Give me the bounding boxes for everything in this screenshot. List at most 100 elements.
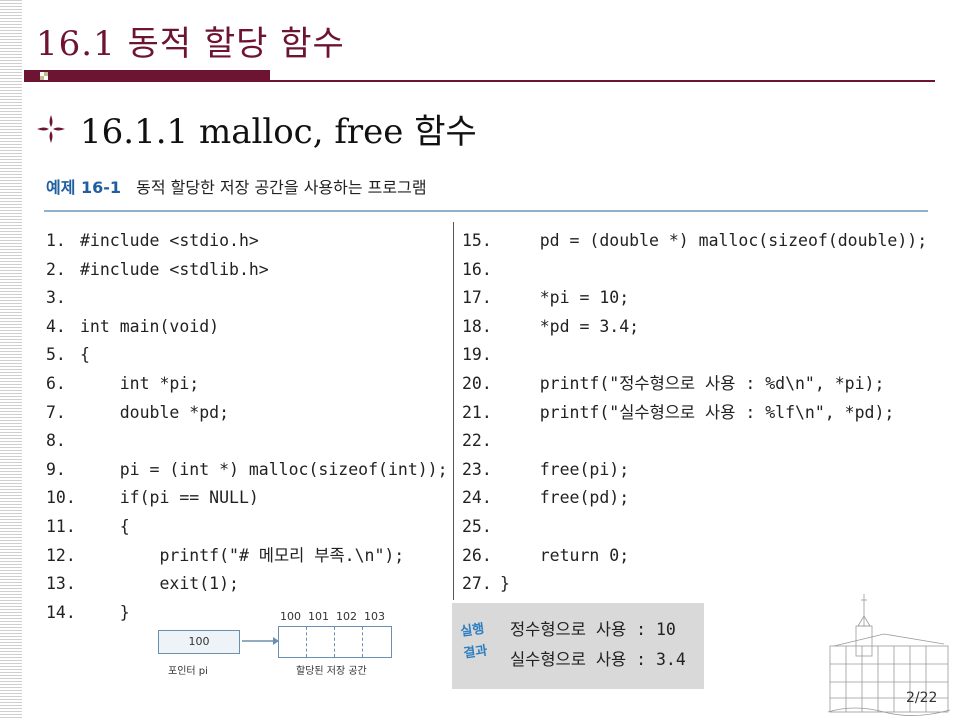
line-number: 15. <box>462 231 492 250</box>
code-text: printf("정수형으로 사용 : %d\n", *pi); <box>500 373 885 393</box>
code-line: 2. #include <stdlib.h> <box>46 256 448 285</box>
line-number: 25. <box>462 516 492 536</box>
code-column-divider <box>453 222 454 600</box>
line-number: 17. <box>462 288 492 308</box>
code-line: 16. <box>462 256 927 285</box>
code-block-right: 15. pd = (double *) malloc(sizeof(double… <box>462 227 927 599</box>
code-text: int main(void) <box>80 316 220 336</box>
code-text: { <box>80 516 130 536</box>
line-number: 12. <box>46 545 76 565</box>
line-number: 5. <box>46 345 66 365</box>
line-number: 1. <box>46 231 66 250</box>
code-text: free(pi); <box>500 459 630 479</box>
code-text: #include <stdio.h> <box>80 231 259 250</box>
code-text: printf("실수형으로 사용 : %lf\n", *pd); <box>500 402 895 422</box>
code-line: 6. int *pi; <box>46 370 448 399</box>
code-line: 20. printf("정수형으로 사용 : %d\n", *pi); <box>462 370 927 399</box>
section-heading: 16.1.1 malloc, free 함수 <box>36 104 477 153</box>
line-number: 2. <box>46 259 66 279</box>
line-number: 6. <box>46 373 66 393</box>
code-line: 22. <box>462 427 927 456</box>
memory-label: 할당된 저장 공간 <box>296 666 367 677</box>
code-line: 21. printf("실수형으로 사용 : %lf\n", *pd); <box>462 399 927 428</box>
code-text: } <box>500 574 510 594</box>
memory-cell <box>307 627 335 657</box>
code-line: 10. if(pi == NULL) <box>46 484 448 513</box>
page-number: 2/22 <box>906 690 938 706</box>
memory-cell <box>335 627 363 657</box>
code-line: 3. <box>46 284 448 313</box>
code-line: 8. <box>46 427 448 456</box>
code-line: 13. exit(1); <box>46 570 448 599</box>
line-number: 20. <box>462 373 492 393</box>
pointer-label: 포인터 pi <box>168 666 208 677</box>
line-number: 22. <box>462 431 492 451</box>
example-title: 동적 할당한 저장 공간을 사용하는 프로그램 <box>136 178 427 197</box>
code-line: 5. { <box>46 341 448 370</box>
line-number: 23. <box>462 459 492 479</box>
address-label: 102 <box>336 610 357 623</box>
code-line: 4. int main(void) <box>46 313 448 342</box>
line-number: 19. <box>462 345 492 365</box>
code-line: 9. pi = (int *) malloc(sizeof(int)); <box>46 456 448 485</box>
code-text: exit(1); <box>80 574 239 594</box>
line-number: 14. <box>46 602 76 622</box>
example-tag: 예제 16-1 <box>46 178 122 197</box>
line-number: 26. <box>462 545 492 565</box>
code-text: int *pi; <box>80 373 200 393</box>
code-line: 17. *pi = 10; <box>462 284 927 313</box>
code-line: 11. { <box>46 513 448 542</box>
line-number: 27. <box>462 574 492 594</box>
line-number: 3. <box>46 288 66 308</box>
address-label: 103 <box>364 610 385 623</box>
line-number: 16. <box>462 259 492 279</box>
code-line: 19. <box>462 341 927 370</box>
allocated-memory-block <box>278 626 392 658</box>
execution-result-box: 실행 결과 정수형으로 사용 : 10 실수형으로 사용 : 3.4 <box>452 603 704 689</box>
code-line: 26. return 0; <box>462 542 927 571</box>
code-text: free(pd); <box>500 488 630 508</box>
code-text: #include <stdlib.h> <box>80 259 269 279</box>
pointer-box: 100 <box>158 630 240 654</box>
result-badge: 실행 결과 <box>459 616 505 665</box>
result-output: 정수형으로 사용 : 10 실수형으로 사용 : 3.4 <box>510 615 686 675</box>
title-accent-bar <box>24 70 270 82</box>
line-number: 10. <box>46 488 76 508</box>
code-text: double *pd; <box>80 402 230 422</box>
line-number: 13. <box>46 574 76 594</box>
result-badge-line: 결과 <box>462 643 489 662</box>
code-line: 25. <box>462 513 927 542</box>
code-text: printf("# 메모리 부족.\n"); <box>80 545 405 565</box>
code-text: { <box>80 345 90 365</box>
code-line: 23. free(pi); <box>462 456 927 485</box>
code-text: pi = (int *) malloc(sizeof(int)); <box>80 459 448 479</box>
line-number: 9. <box>46 459 66 479</box>
code-line: 12. printf("# 메모리 부족.\n"); <box>46 542 448 571</box>
example-caption: 예제 16-1 동적 할당한 저장 공간을 사용하는 프로그램 <box>46 174 427 198</box>
line-number: 8. <box>46 431 66 451</box>
code-text: return 0; <box>500 545 630 565</box>
line-number: 11. <box>46 516 76 536</box>
title-underline <box>270 80 935 82</box>
memory-cell <box>279 627 307 657</box>
slide-title: 16.1 동적 할당 함수 <box>36 24 345 64</box>
code-text: if(pi == NULL) <box>80 488 259 508</box>
code-text: pd = (double *) malloc(sizeof(double)); <box>500 231 928 250</box>
section-heading-text: 16.1.1 malloc, free 함수 <box>80 112 477 152</box>
output-line: 실수형으로 사용 : 3.4 <box>510 650 686 669</box>
code-line: 24. free(pd); <box>462 484 927 513</box>
example-rule <box>44 210 928 212</box>
code-block-left: 1. #include <stdio.h> 2. #include <stdlib.h… <box>46 227 448 627</box>
line-number: 21. <box>462 402 492 422</box>
code-line: 18. *pd = 3.4; <box>462 313 927 342</box>
address-label: 101 <box>308 610 329 623</box>
arrow-right-icon <box>242 637 279 645</box>
code-line: 15. pd = (double *) malloc(sizeof(double… <box>462 227 927 256</box>
line-number: 24. <box>462 488 492 508</box>
output-line: 정수형으로 사용 : 10 <box>510 620 676 639</box>
code-line: 1. #include <stdio.h> <box>46 227 448 256</box>
memory-diagram: 100 포인터 pi 100 101 102 103 할당된 저장 공간 <box>150 610 410 680</box>
diamond-bullet-icon <box>37 114 65 143</box>
code-line: 7. double *pd; <box>46 399 448 428</box>
checker-mark-icon <box>40 72 48 80</box>
